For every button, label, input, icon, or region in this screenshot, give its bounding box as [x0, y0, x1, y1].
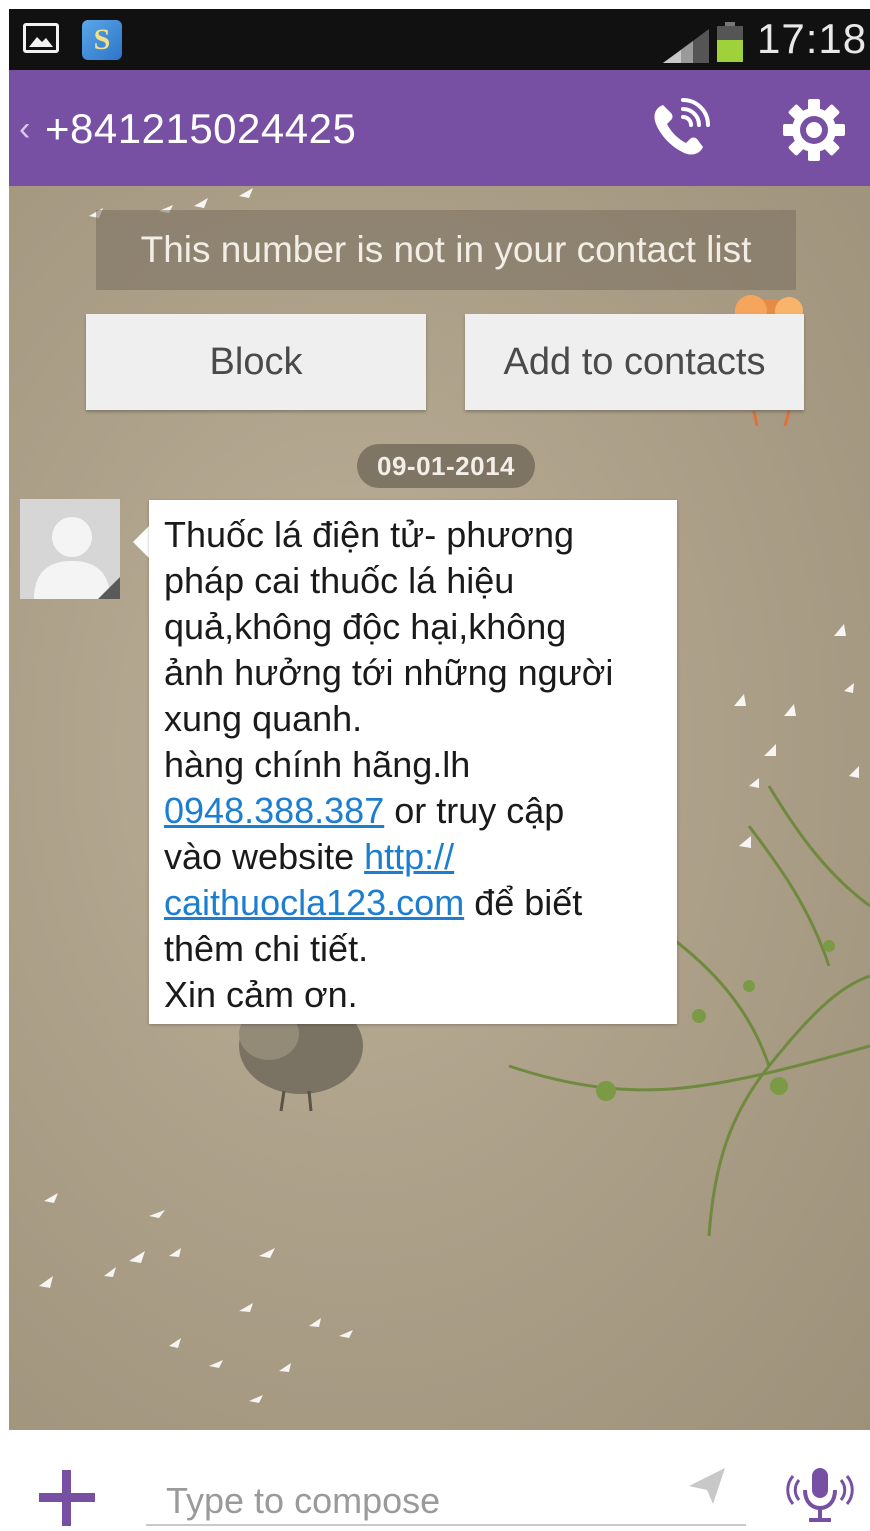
message-line: ảnh hưởng tới những người	[164, 652, 614, 693]
clock: 17:18	[757, 15, 868, 62]
avatar[interactable]	[20, 499, 120, 599]
website-link[interactable]: http://	[364, 836, 454, 877]
chat-area[interactable]: This number is not in your contact list …	[9, 186, 870, 1430]
microphone-icon[interactable]	[785, 1460, 855, 1530]
website-link[interactable]: caithuocla123.com	[164, 882, 464, 923]
compose-field[interactable]	[146, 1470, 746, 1531]
message-line: xung quanh.	[164, 698, 363, 739]
compose-bar	[9, 1430, 870, 1531]
message-line: quả,không độc hại,không	[164, 606, 567, 647]
chevron-left-icon[interactable]: ‹	[19, 110, 30, 149]
message-line: Xin cảm ơn.	[164, 974, 358, 1015]
message-line: Thuốc lá điện tử- phương	[164, 514, 575, 555]
send-icon[interactable]	[685, 1464, 729, 1508]
compose-underline	[146, 1524, 746, 1526]
add-to-contacts-button[interactable]: Add to contacts	[465, 314, 804, 410]
signal-icon	[663, 29, 709, 63]
default-avatar-icon	[20, 499, 120, 599]
phone-call-icon[interactable]	[645, 95, 715, 165]
message-line: vào website http://	[164, 836, 455, 877]
date-separator: 09-01-2014	[357, 444, 535, 488]
message-line: 0948.388.387 or truy cập	[164, 790, 565, 831]
plus-icon[interactable]	[37, 1468, 97, 1528]
app-s-icon: S	[82, 20, 122, 60]
phone-link[interactable]: 0948.388.387	[164, 790, 384, 831]
compose-input[interactable]	[146, 1470, 706, 1531]
contact-number[interactable]: +841215024425	[45, 105, 356, 153]
gear-icon[interactable]	[779, 95, 849, 165]
message-line: thêm chi tiết.	[164, 928, 369, 969]
conversation-header: ‹ +841215024425	[9, 70, 870, 186]
message-line: hàng chính hãng.lh	[164, 744, 471, 785]
battery-icon	[717, 22, 743, 62]
message-bubble-tail	[133, 526, 149, 558]
unknown-contact-notice: This number is not in your contact list	[96, 210, 796, 290]
message-line: pháp cai thuốc lá hiệu	[164, 560, 515, 601]
app-screen: S 17:18 ‹ +841215024425 This number is n…	[9, 9, 870, 1531]
message-line: caithuocla123.com để biết	[164, 882, 583, 923]
status-bar: S 17:18	[9, 9, 870, 70]
message-bubble[interactable]: Thuốc lá điện tử- phương pháp cai thuốc …	[149, 500, 677, 1024]
block-button[interactable]: Block	[86, 314, 426, 410]
gallery-icon	[23, 23, 59, 53]
